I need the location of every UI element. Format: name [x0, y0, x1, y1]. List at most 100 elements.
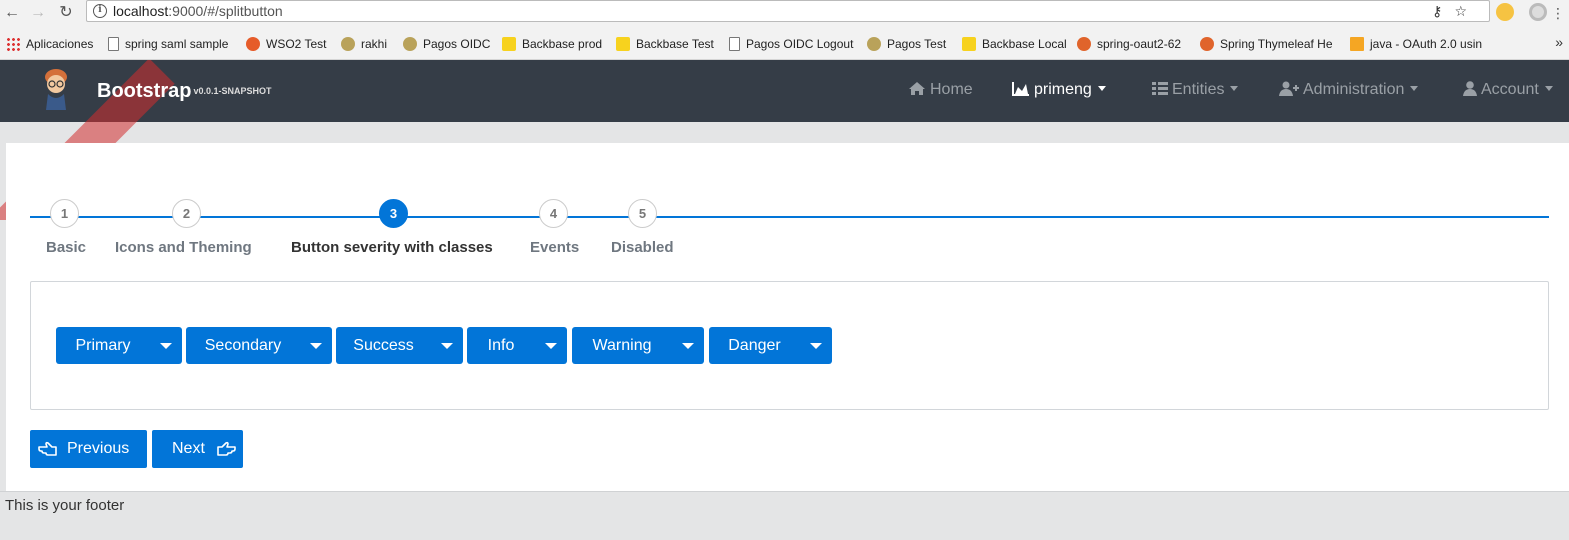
bookmark-spring-saml[interactable]: spring saml sample: [108, 36, 228, 52]
next-button[interactable]: Next: [152, 430, 243, 468]
extension-circle-icon[interactable]: [1529, 3, 1547, 21]
bookmark-backbase-prod[interactable]: Backbase prod: [502, 36, 602, 52]
back-arrow-icon[interactable]: ←: [2, 3, 22, 23]
split-button-success-label[interactable]: Success: [336, 327, 431, 364]
split-button-info: Info: [467, 327, 567, 364]
globe-icon: [867, 37, 881, 51]
caret-down-icon: [160, 343, 172, 349]
caret-down-icon: [310, 343, 322, 349]
bookmarks-overflow-icon[interactable]: »: [1555, 34, 1563, 50]
spring-icon: [1077, 37, 1091, 51]
caret-down-icon: [1230, 86, 1239, 91]
step-2-label[interactable]: Icons and Theming: [115, 239, 252, 256]
bookmark-backbase-local[interactable]: Backbase Local: [962, 36, 1067, 52]
step-3-label[interactable]: Button severity with classes: [291, 239, 493, 256]
caret-down-icon: [682, 343, 694, 349]
caret-down-icon: [1410, 86, 1419, 91]
address-bar[interactable]: i localhost:9000/#/splitbutton ⚷☆: [86, 0, 1490, 22]
stackoverflow-icon: [1350, 37, 1364, 51]
page-icon: [729, 37, 740, 51]
bookmark-apps[interactable]: Aplicaciones: [6, 36, 93, 52]
bookmark-pagos-test[interactable]: Pagos Test: [867, 36, 946, 52]
page-icon: [108, 37, 119, 51]
split-button-secondary: Secondary: [186, 327, 332, 364]
jhipster-logo-icon: [45, 69, 67, 110]
split-button-secondary-label[interactable]: Secondary: [186, 327, 300, 364]
nav-primeng[interactable]: primeng: [1012, 81, 1106, 99]
split-button-primary-toggle[interactable]: [150, 327, 182, 364]
brand[interactable]: Bootstrap v0.0.1-SNAPSHOT: [97, 80, 271, 103]
split-button-info-toggle[interactable]: [535, 327, 567, 364]
forward-arrow-icon[interactable]: →: [28, 3, 48, 23]
step-1-label[interactable]: Basic: [46, 239, 86, 256]
globe-icon: [403, 37, 417, 51]
reload-icon[interactable]: ↻: [56, 3, 76, 23]
bookmark-spring-oauth2[interactable]: spring-oaut2-62: [1077, 36, 1181, 52]
nav-administration[interactable]: Administration: [1279, 81, 1419, 99]
step-3-circle[interactable]: 3: [379, 199, 408, 228]
bookmark-rakhi[interactable]: rakhi: [341, 36, 387, 52]
step-2-circle[interactable]: 2: [172, 199, 201, 228]
caret-down-icon: [441, 343, 453, 349]
bookmark-pagos-oidc[interactable]: Pagos OIDC: [403, 36, 490, 52]
step-4-circle[interactable]: 4: [539, 199, 568, 228]
hand-point-right-icon: [217, 441, 236, 456]
nav-account[interactable]: Account: [1463, 81, 1553, 99]
user-plus-icon: [1279, 81, 1299, 96]
browser-toolbar: ← → ↻ i localhost:9000/#/splitbutton ⚷☆ …: [0, 0, 1569, 28]
steps-line: [30, 216, 1549, 218]
caret-down-icon: [1097, 86, 1106, 91]
split-button-secondary-toggle[interactable]: [300, 327, 332, 364]
step-1-circle[interactable]: 1: [50, 199, 79, 228]
globe-icon: [341, 37, 355, 51]
star-icon[interactable]: ☆: [1454, 3, 1479, 19]
bookmark-wso2[interactable]: WSO2 Test: [246, 36, 326, 52]
bookmark-java-oauth[interactable]: java - OAuth 2.0 usin: [1350, 36, 1488, 52]
url-path: :9000/#/splitbutton: [168, 3, 283, 19]
split-button-success-toggle[interactable]: [431, 327, 463, 364]
footer-text: This is your footer: [5, 497, 125, 514]
split-button-warning-label[interactable]: Warning: [572, 327, 672, 364]
next-label: Next: [172, 440, 205, 457]
backbase-icon: [616, 37, 630, 51]
split-button-danger: Danger: [709, 327, 832, 364]
caret-down-icon: [545, 343, 557, 349]
backbase-icon: [502, 37, 516, 51]
home-icon: [909, 82, 925, 95]
step-5-label[interactable]: Disabled: [611, 239, 674, 256]
info-icon[interactable]: i: [93, 4, 107, 18]
user-icon: [1463, 81, 1477, 96]
caret-down-icon: [810, 343, 822, 349]
bookmark-spring-thymeleaf[interactable]: Spring Thymeleaf He: [1200, 36, 1338, 52]
url-text[interactable]: localhost:9000/#/splitbutton: [113, 3, 283, 19]
split-button-warning-toggle[interactable]: [672, 327, 704, 364]
area-chart-icon: [1012, 82, 1029, 96]
step-4-label[interactable]: Events: [530, 239, 579, 256]
split-button-danger-toggle[interactable]: [800, 327, 832, 364]
caret-down-icon: [1544, 86, 1553, 91]
spring-icon: [1200, 37, 1214, 51]
split-button-primary-label[interactable]: Primary: [56, 327, 150, 364]
previous-button[interactable]: Previous: [30, 430, 147, 468]
hand-point-left-icon: [38, 441, 57, 456]
wso2-icon: [246, 37, 260, 51]
key-icon[interactable]: ⚷: [1432, 3, 1454, 19]
bookmark-pagos-oidc-logout[interactable]: Pagos OIDC Logout: [729, 36, 853, 52]
apps-grid-icon: [6, 37, 20, 51]
url-actions: ⚷☆: [1432, 3, 1479, 20]
extension-moon-icon[interactable]: [1496, 3, 1514, 21]
bookmark-backbase-test[interactable]: Backbase Test: [616, 36, 714, 52]
split-button-success: Success: [336, 327, 463, 364]
split-button-info-label[interactable]: Info: [467, 327, 535, 364]
nav-home[interactable]: Home: [908, 81, 973, 99]
previous-label: Previous: [67, 440, 130, 457]
menu-icon[interactable]: ⋮: [1548, 3, 1568, 23]
brand-name: Bootstrap: [97, 80, 192, 102]
list-icon: [1152, 82, 1168, 95]
backbase-icon: [962, 37, 976, 51]
step-5-circle[interactable]: 5: [628, 199, 657, 228]
nav-entities[interactable]: Entities: [1152, 81, 1239, 99]
split-button-primary: Primary: [56, 327, 182, 364]
brand-version: v0.0.1-SNAPSHOT: [193, 86, 272, 96]
split-button-danger-label[interactable]: Danger: [709, 327, 800, 364]
